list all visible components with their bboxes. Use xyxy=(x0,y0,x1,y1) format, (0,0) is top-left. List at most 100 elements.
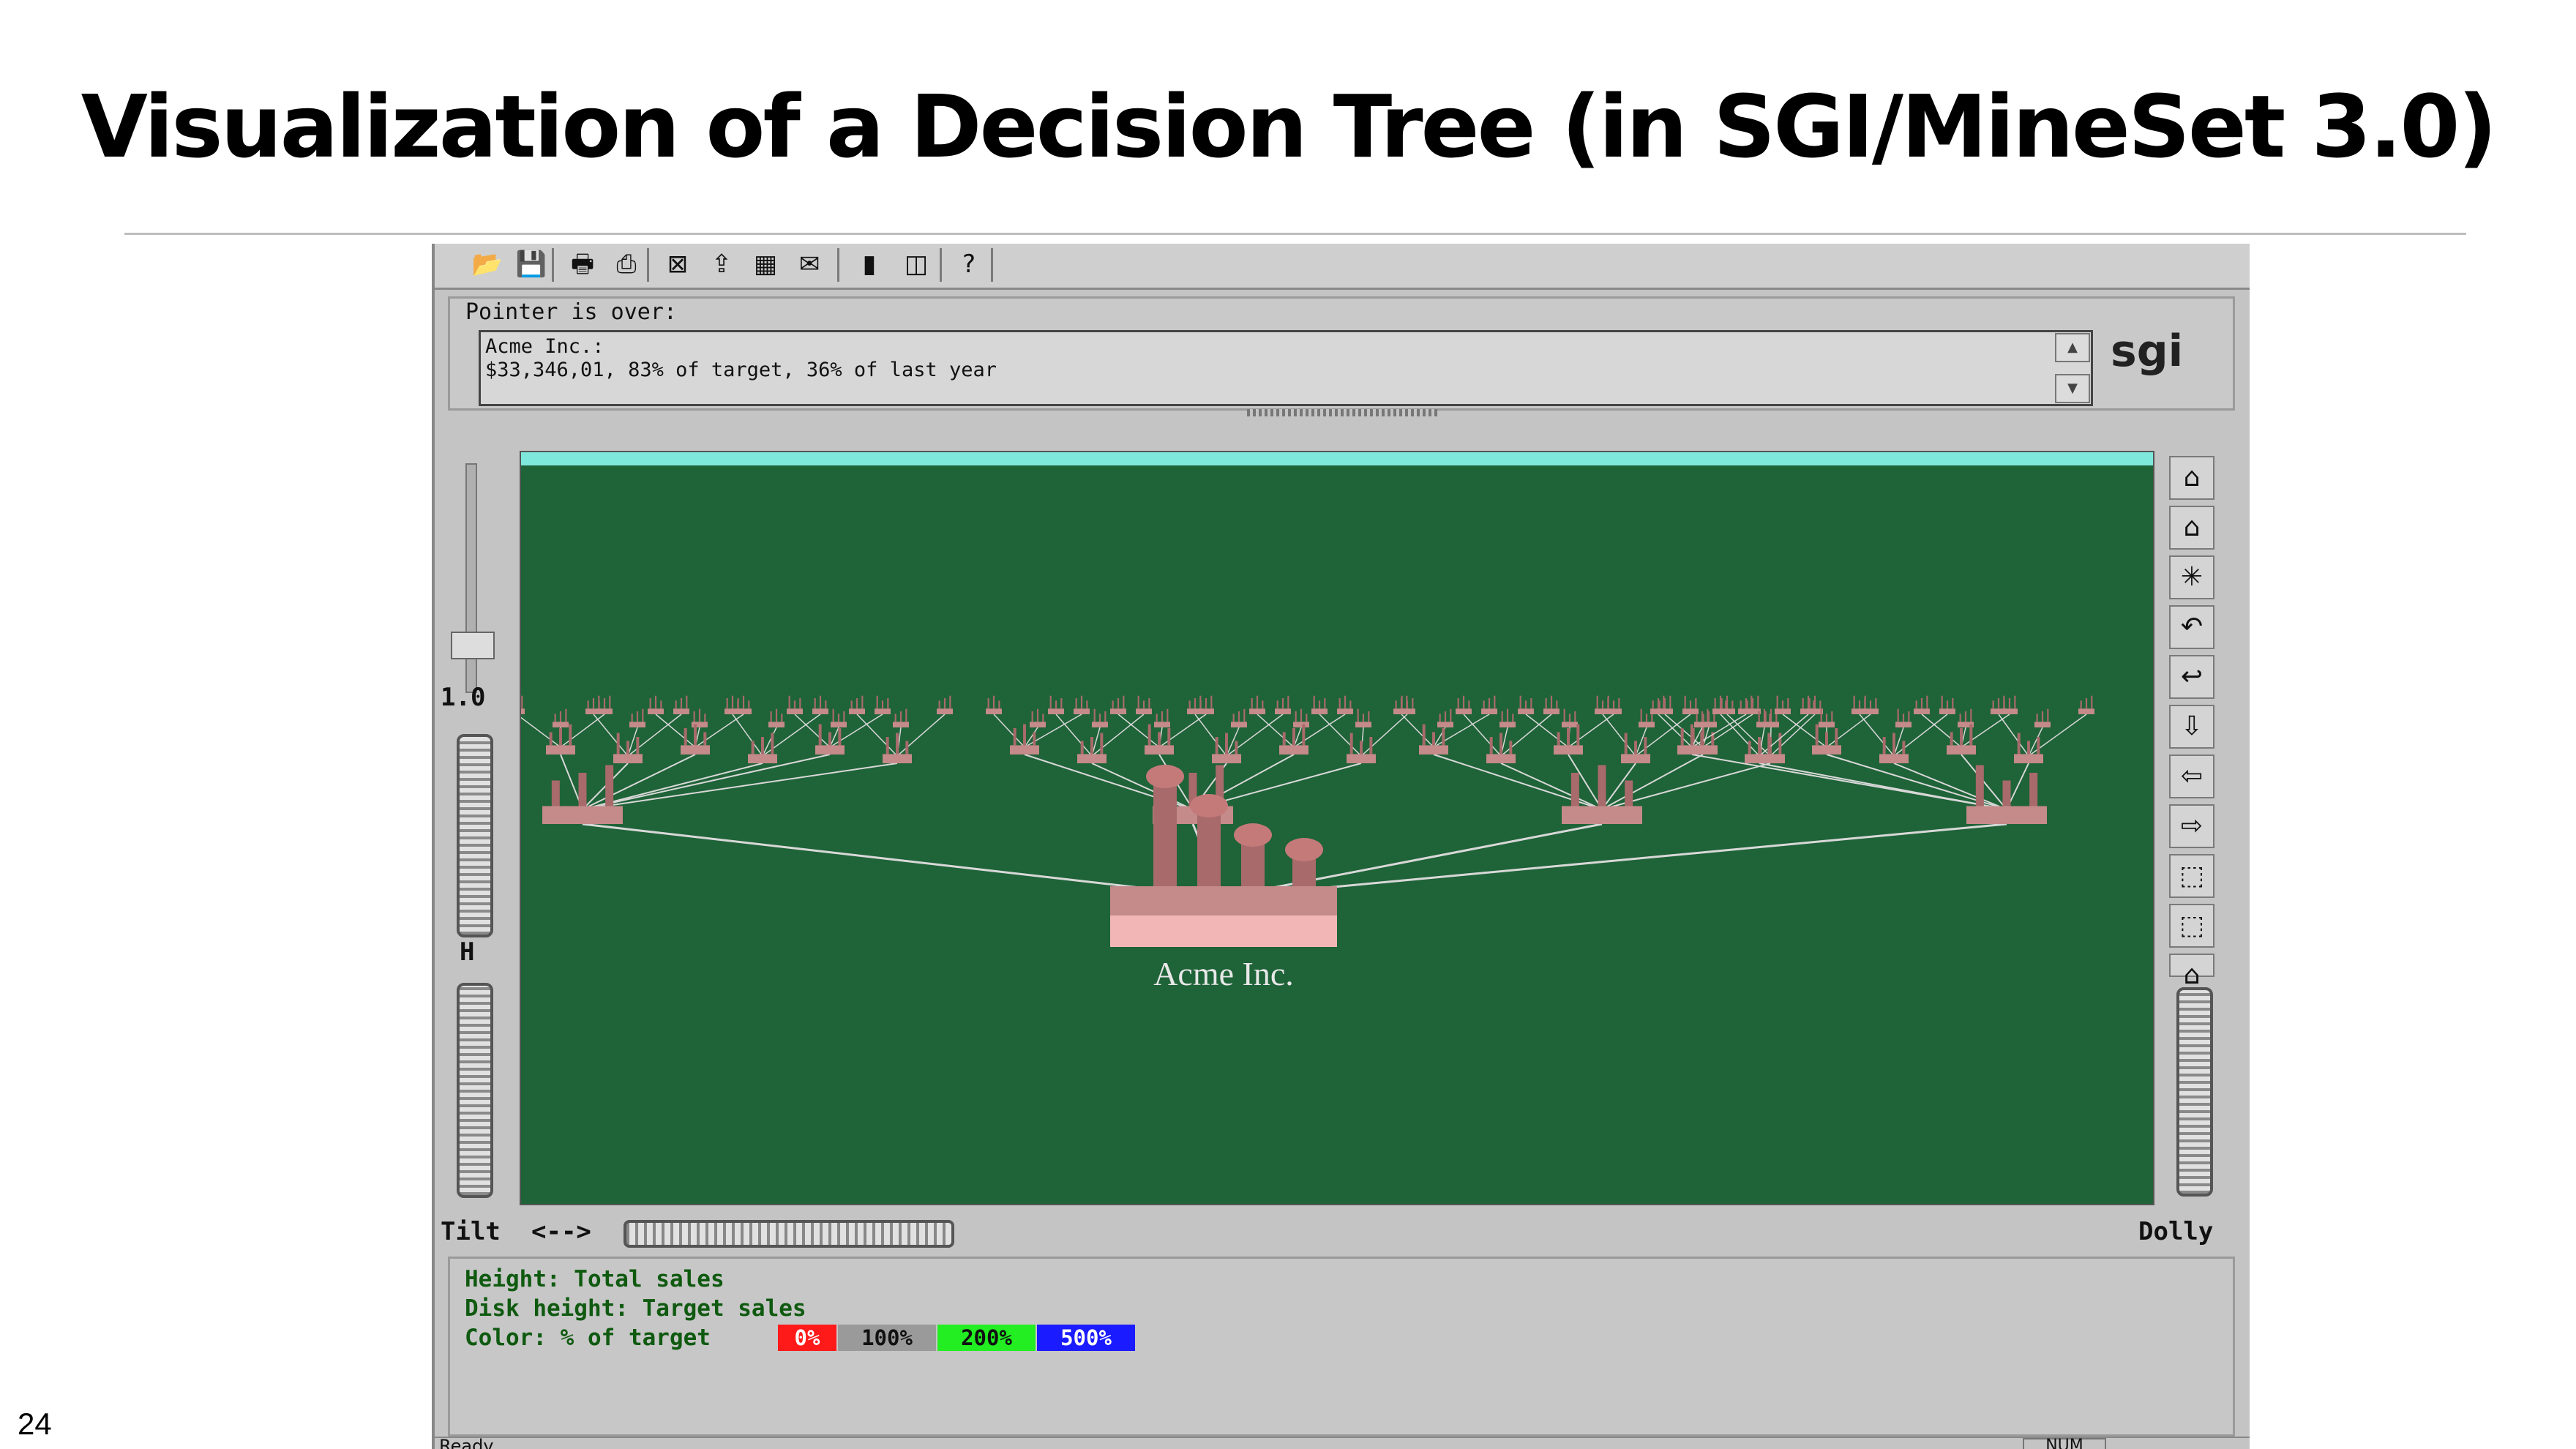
tilt-thumbwheel[interactable] xyxy=(624,1220,954,1248)
toolbar-separator xyxy=(837,248,839,282)
leaf-node-bar xyxy=(1807,695,1810,709)
tree-edge xyxy=(1961,754,2007,810)
leaf-node-base xyxy=(1355,722,1371,727)
arrow-right-icon[interactable]: ⇨ xyxy=(2169,804,2214,848)
leaf-node-bar xyxy=(1462,695,1465,709)
pick-icon[interactable]: ⬚ xyxy=(2169,904,2214,948)
legend-color: Color: % of target xyxy=(465,1325,711,1351)
leaf-node-bar xyxy=(1439,714,1441,722)
leaf-node-base xyxy=(1136,708,1152,714)
set-home-icon[interactable]: ⌂ xyxy=(2169,506,2214,550)
leaf-node-bar xyxy=(704,714,706,722)
num-lock-indicator: NUM xyxy=(2023,1438,2106,1449)
level2-node-bar xyxy=(1882,737,1886,755)
level2-node-bar xyxy=(1360,741,1363,755)
open-icon[interactable]: 📂 xyxy=(471,250,503,279)
leaf-node-bar xyxy=(1740,700,1742,709)
leaf-node-bar xyxy=(1751,695,1753,709)
swatch-500-percent: 500% xyxy=(1037,1325,1135,1351)
leaf-node-base xyxy=(585,708,602,714)
leaf-node-bar xyxy=(1897,708,1899,722)
level1-node-bar xyxy=(1625,780,1633,806)
home-icon[interactable]: ⌂ xyxy=(2169,456,2214,500)
leaf-node-bar xyxy=(1731,700,1734,709)
leaf-node-bar xyxy=(770,711,772,722)
tree-edge xyxy=(593,714,629,757)
scale-slider-knob[interactable] xyxy=(451,632,495,659)
scroll-up-button[interactable]: ▲ xyxy=(2055,333,2090,362)
export-icon[interactable]: ⇪ xyxy=(705,250,738,279)
tree-edge xyxy=(1720,714,1760,757)
scroll-down-button[interactable]: ▼ xyxy=(2055,374,2090,403)
arrow-left-icon[interactable]: ⇦ xyxy=(2169,755,2214,798)
dolly-thumbwheel[interactable] xyxy=(2176,987,2213,1197)
leaf-node-bar xyxy=(1494,695,1496,709)
undo-icon[interactable]: ↶ xyxy=(2169,605,2214,649)
level2-node-base xyxy=(546,745,575,755)
leaf-node-bar xyxy=(1362,714,1365,722)
leaf-node-bar xyxy=(2080,700,2082,709)
leaf-node-bar xyxy=(1707,708,1709,722)
level2-node-bar xyxy=(761,737,764,755)
leaf-node-bar xyxy=(1695,698,1697,709)
pointer-label: Pointer is over: xyxy=(465,299,677,325)
leaf-node-bar xyxy=(1055,700,1057,709)
leaf-node-bar xyxy=(559,711,562,722)
leaf-node-base xyxy=(1819,722,1835,727)
seek-icon[interactable]: ⬚ xyxy=(2169,854,2214,898)
rotate-y-thumbwheel[interactable] xyxy=(457,983,493,1198)
tree-edge xyxy=(1759,763,2007,810)
level2-node-base xyxy=(1947,745,1976,755)
leaf-node-bar xyxy=(775,708,778,722)
level2-node-base xyxy=(1879,754,1909,763)
leaf-node-bar xyxy=(1306,714,1308,722)
leaf-node-bar xyxy=(592,698,595,709)
send-icon[interactable]: ✉ xyxy=(793,250,825,279)
help-icon[interactable]: ? xyxy=(953,250,985,279)
print-setup-icon[interactable]: ⎙ xyxy=(610,250,643,279)
filter-icon[interactable]: ⊠ xyxy=(662,250,694,279)
level2-node-bar xyxy=(1282,732,1286,746)
print-icon[interactable]: 🖶 xyxy=(566,250,599,279)
height-thumbwheel[interactable] xyxy=(457,734,493,937)
leaf-node-bar xyxy=(1574,711,1576,722)
leaf-node-bar xyxy=(1210,695,1213,709)
leaf-node-bar xyxy=(1031,711,1033,722)
chart-icon[interactable]: ▮ xyxy=(853,250,886,279)
leaf-node-bar xyxy=(1400,698,1403,709)
more-icon[interactable]: ⌂ xyxy=(2169,954,2214,990)
leaf-node-bar xyxy=(1769,714,1771,722)
leaf-node-bar xyxy=(1080,695,1083,709)
leaf-node-bar xyxy=(1042,714,1044,722)
leaf-node-bar xyxy=(1813,700,1815,709)
leaf-node-bar xyxy=(598,695,600,709)
scale-value: 1.0 xyxy=(441,683,486,712)
leaf-node-base xyxy=(875,708,891,714)
leaf-node-bar xyxy=(1964,711,1967,722)
leaf-node-bar xyxy=(1188,700,1191,709)
level2-node-bar xyxy=(2037,737,2040,755)
pointer-info-box[interactable]: Acme Inc.: $33,346,01, 83% of target, 36… xyxy=(479,330,2093,406)
level2-node-bar xyxy=(1778,733,1782,755)
leaf-node-bar xyxy=(731,695,734,709)
view-all-icon[interactable]: ✳ xyxy=(2169,555,2214,599)
leaf-node-bar xyxy=(1256,695,1259,709)
table-icon[interactable]: ▦ xyxy=(749,250,782,279)
tree-3d-viewport[interactable]: Acme Inc. xyxy=(520,451,2154,1205)
tree-edge xyxy=(732,714,763,757)
slide-title: Visualization of a Decision Tree (in SGI… xyxy=(80,76,2498,177)
leaf-node-bar xyxy=(1512,714,1514,722)
leaf-node-base xyxy=(1991,708,2007,714)
leaf-node-base xyxy=(1852,708,1868,714)
level2-node-bar xyxy=(1349,733,1353,755)
level1-node-bar xyxy=(1570,773,1579,806)
splitter-grip[interactable] xyxy=(1247,409,1437,416)
back-icon[interactable]: ↩ xyxy=(2169,655,2214,699)
save-icon[interactable]: 💾 xyxy=(515,250,547,279)
leaf-node-base xyxy=(849,708,865,714)
leaf-node-bar xyxy=(2003,695,2005,709)
options-icon[interactable]: ◫ xyxy=(900,250,932,279)
arrow-down-icon[interactable]: ⇩ xyxy=(2169,705,2214,749)
swatch-100-percent: 100% xyxy=(838,1325,936,1351)
level2-node-bar xyxy=(1090,737,1093,755)
